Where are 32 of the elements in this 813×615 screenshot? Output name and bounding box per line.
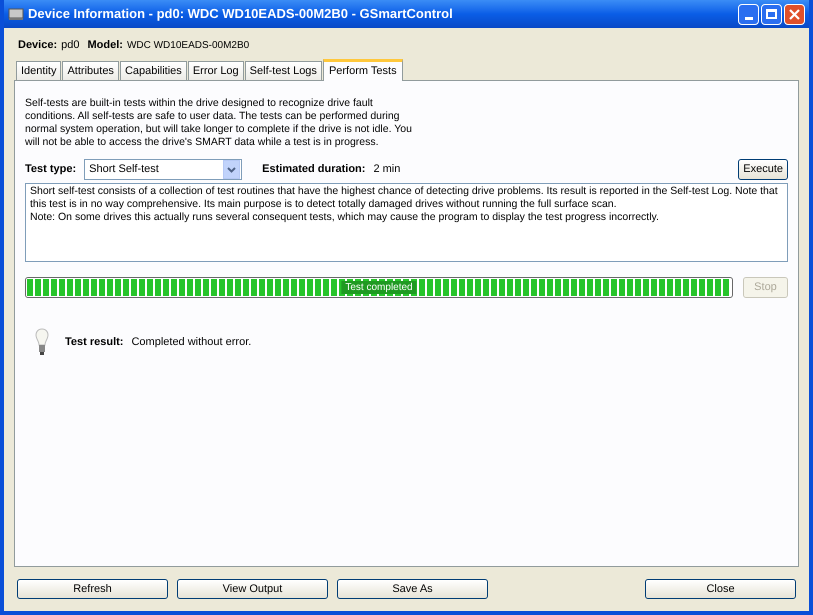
tab[interactable]: Identity (16, 61, 62, 80)
device-value: pd0 (61, 38, 80, 53)
window-title: Device Information - pd0: WDC WD10EADS-00M2B0 - GSmartControl (28, 5, 453, 24)
duration-label: Estimated duration: (262, 162, 366, 178)
dialog-button[interactable]: Close (645, 579, 796, 599)
drive-icon (8, 7, 24, 21)
duration-value: 2 min (373, 162, 400, 178)
result-label: Test result: (65, 334, 124, 350)
maximize-button[interactable] (761, 4, 782, 24)
result-value: Completed without error. (131, 334, 252, 350)
model-label: Model: (88, 38, 123, 53)
description-box: Short self-test consists of a collection of test routines that have the highest chance of detecting drive problems. Its result is reported in the Self-test Log. Note that this test is in no way comprehensive. Its main purpose is to detect totally damaged drives without running the full surface scan. Note: On some drives this actually runs several consequent tests, which may cause the program to display the test progress incorrectly. (25, 183, 788, 262)
device-label: Device: (18, 38, 58, 53)
test-type-label: Test type: (25, 162, 76, 178)
tab[interactable]: Capabilities (120, 61, 187, 80)
chevron-icon (227, 166, 236, 172)
close-button[interactable] (784, 4, 805, 24)
execute-button[interactable]: Execute (738, 159, 788, 180)
close-icon (789, 8, 800, 20)
model-value: WDC WD10EADS-00M2B0 (126, 38, 250, 52)
progress-text: Test completed (341, 281, 417, 294)
tab[interactable]: Error Log (188, 61, 244, 80)
minimize-button[interactable] (738, 4, 759, 24)
intro-text: Self-tests are built-in tests within the drive designed to recognize drive fault conditions. All self-tests are safe to user data. The tests can be performed during normal system operation, but will take longer to complete if the drive is not idle. You will not be able to access the drive's SMART data while a test is in progress. (25, 97, 413, 149)
tab[interactable]: Self-test Logs (244, 61, 322, 80)
tab[interactable]: Attributes (62, 61, 119, 80)
dialog-button[interactable]: View Output (177, 579, 328, 599)
tab[interactable]: Perform Tests (322, 59, 403, 81)
dialog-button[interactable]: Save As (337, 579, 488, 599)
dialog-button[interactable]: Refresh (17, 579, 168, 599)
test-type-dropdown[interactable]: Short Self-test (84, 159, 242, 180)
lightbulb-icon (35, 328, 49, 356)
